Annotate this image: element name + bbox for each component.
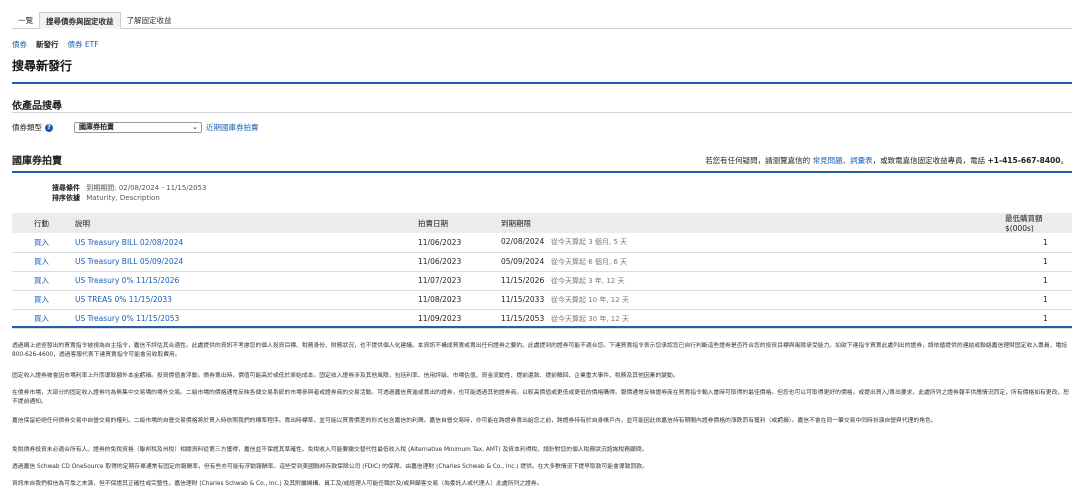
sort-label: 排序依據 [52,194,80,202]
help-text-end: 。 [1060,156,1069,165]
subnav-new-issues[interactable]: 新發行 [36,39,59,50]
glossary-link[interactable]: 詞彙表 [850,156,873,165]
min-purchase: 1 [873,290,1072,310]
help-line: 若您有任何疑問，請瀏覽嘉信的 常見問題、詞彙表，或致電嘉信固定收益專員，電話 +… [705,155,1068,166]
security-link[interactable]: US Treasury 0% 11/15/2026 [75,276,179,285]
sort-value: Maturity, Description [86,194,160,202]
bond-type-label: 債券類型 [12,123,42,132]
faq-link[interactable]: 常見問題 [813,156,843,165]
subnav-bond-etf[interactable]: 債券 ETF [68,39,99,50]
buy-link[interactable]: 買入 [34,257,49,266]
disclaimer-market: 在債券市場，大部分的固定收入證券均為無集中交易場的場外交易。二級市場的價格通常反… [12,390,1069,405]
tab-search-bonds[interactable]: 搜尋債券與固定收益 [39,12,121,29]
col-description: 說明 [75,218,90,228]
recent-auctions-link[interactable]: 近期國庫券拍賣 [206,122,259,133]
help-text-mid: ，或致電嘉信固定收益專員，電話 [872,156,986,165]
auction-date: 11/06/2023 [414,252,497,272]
security-link[interactable]: US Treasury BILL 05/09/2024 [75,257,183,266]
security-link[interactable]: US Treasury BILL 02/08/2024 [75,238,183,247]
table-row: 買入 US TREAS 0% 11/15/2033 11/08/2023 11/… [12,290,1072,310]
search-criteria: 搜尋條件 到期期間: 02/08/2024 - 11/15/2053 排序依據 … [52,183,207,203]
min-purchase: 1 [873,271,1072,291]
security-link[interactable]: US TREAS 0% 11/15/2033 [75,295,172,304]
table-row: 買入 US Treasury BILL 05/09/2024 11/06/202… [12,252,1072,272]
maturity-date: 02/08/2024 [501,237,545,247]
bond-type-selected: 國庫券拍賣 [79,123,114,131]
disclaimer-tax: 免稅債券投資未必適合所有人。證券的免稅資格（聯邦稅及州稅）相關資料從第三方獲得，… [12,447,648,453]
maturity-date: 05/09/2024 [501,256,545,266]
maturity-note: 從今天算起 6 個月, 6 天 [551,257,628,266]
auction-divider [12,171,1072,173]
product-search-title: 依產品搜尋 [12,101,62,112]
table-row: 買入 US Treasury 0% 11/15/2026 11/07/2023 … [12,271,1072,291]
maturity-note: 從今天算起 10 年, 12 天 [551,295,629,304]
col-action: 行動 [34,218,49,228]
table-header-row: 行動 說明 拍賣日期 到期期限 最低購買額 $(000s) [12,213,1072,233]
bond-type-select[interactable]: 國庫券拍賣 ⌄ [74,122,202,133]
maturity-date: 11/15/2053 [501,313,545,323]
chevron-down-icon: ⌄ [192,123,198,131]
criteria-value: 到期期間: 02/08/2024 - 11/15/2053 [86,184,207,192]
bond-type-filter: 債券類型 ? 國庫券拍賣 ⌄ 近期國庫券拍賣 [12,122,259,133]
help-icon[interactable]: ? [45,123,53,132]
maturity-note: 從今天算起 30 年, 12 天 [551,314,629,323]
auction-date: 11/08/2023 [414,290,497,310]
tab-overview[interactable]: 一覽 [12,12,39,29]
maturity-note: 從今天算起 3 年, 12 天 [551,276,625,285]
auction-date: 11/07/2023 [414,271,497,291]
min-purchase: 1 [873,252,1072,272]
tab-learn-fixed-income[interactable]: 了解固定收益 [121,12,178,29]
disclaimer-source: 資訊來自我們相信為可靠之來源，但不保證其正確性或完整性。嘉信理財 (Charle… [12,481,543,487]
min-purchase: 1 [873,233,1072,253]
subnav: 債券 新發行 債券 ETF [12,39,99,50]
subnav-bonds[interactable]: 債券 [12,39,27,50]
col-min-purchase: 最低購買額 $(000s) [1005,214,1043,233]
security-link[interactable]: US Treasury 0% 11/15/2053 [75,314,179,323]
buy-link[interactable]: 買入 [34,295,49,304]
col-auction-date: 拍賣日期 [418,218,448,228]
disclaimer-self-directed: 透過網上途徑發出的買賣指令被視為自主指令，嘉信不評估其合適性。此處提供的資訊不考… [12,343,1068,358]
disclaimer-principal: 嘉信保留拒絕任何債券交易中自營交易的權利。二級市場的自營交易價格將於買入時依照我… [12,418,937,424]
maturity-date: 11/15/2033 [501,294,545,304]
page-title: 搜尋新發行 [12,59,73,73]
col-maturity: 到期期限 [501,218,531,228]
help-separator: 、 [842,156,851,165]
phone-number: +1-415-667-8400 [987,156,1061,165]
table-row: 買入 US Treasury BILL 02/08/2024 11/06/202… [12,233,1072,253]
auction-date: 11/06/2023 [414,233,497,253]
auction-section-title: 國庫券拍賣 [12,156,62,167]
section-divider [12,112,1072,113]
criteria-label: 搜尋條件 [52,184,80,192]
disclaimer-cd: 透過嘉信 Schwab CD OneSource 取得的定期存單通常有固定的報酬… [12,464,648,470]
table-bottom-rule [12,326,1072,328]
auction-table: 行動 說明 拍賣日期 到期期限 最低購買額 $(000s) 買入 US Trea… [12,213,1072,329]
buy-link[interactable]: 買入 [34,276,49,285]
buy-link[interactable]: 買入 [34,314,49,323]
maturity-note: 從今天算起 3 個月, 5 天 [551,238,628,247]
maturity-date: 11/15/2026 [501,275,545,285]
title-divider [12,82,1072,84]
disclaimer-risk: 固定收入證券被會因市場利率上升而導致額外本金虧損。投資價值會浮動。債券賣出時，價… [12,373,679,379]
buy-link[interactable]: 買入 [34,238,49,247]
tab-bar: 一覽 搜尋債券與固定收益 了解固定收益 [12,12,1072,29]
help-text: 若您有任何疑問，請瀏覽嘉信的 [705,156,811,165]
